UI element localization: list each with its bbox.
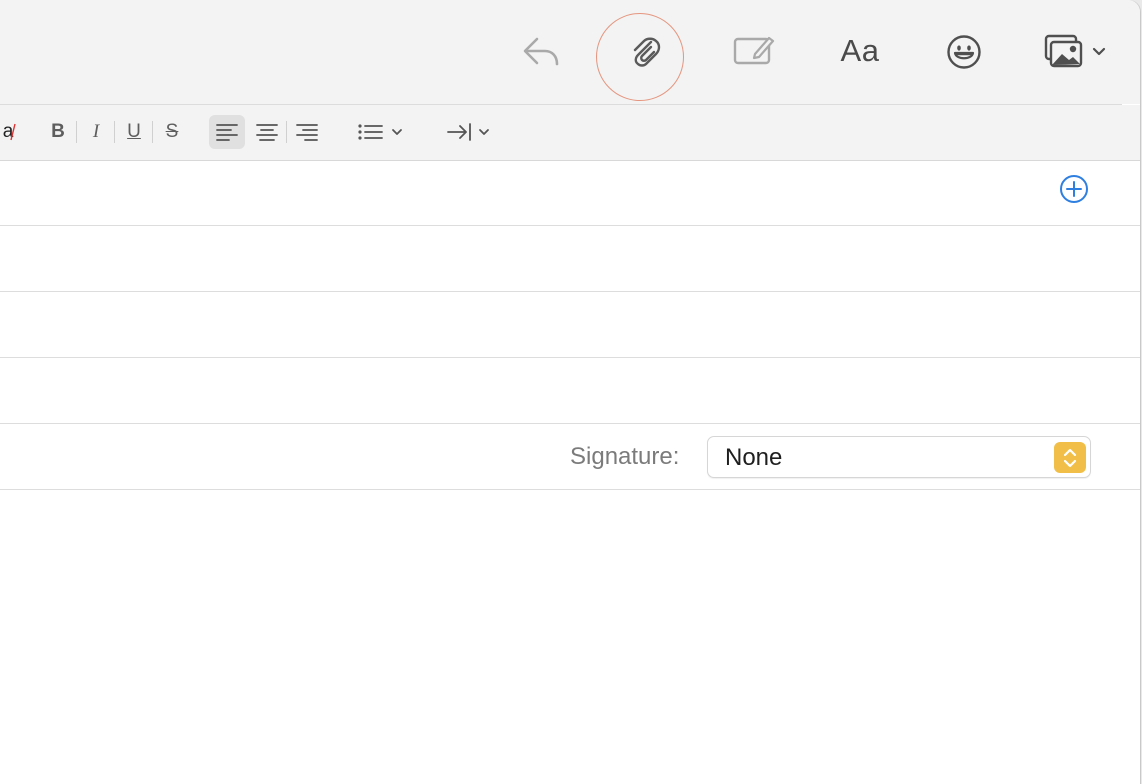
chevron-down-icon [479,129,489,135]
signature-value: None [725,444,783,471]
add-recipient-button[interactable] [1058,173,1090,205]
italic-button[interactable]: I [84,115,108,149]
plus-circle-icon [1060,175,1088,203]
bold-button[interactable]: B [46,115,70,149]
attach-button[interactable] [622,30,668,76]
to-field-row[interactable] [0,161,1140,226]
bcc-field-row[interactable] [0,292,1140,358]
format-separator [152,121,153,143]
chevron-down-icon [1092,47,1106,56]
format-separator [114,121,115,143]
reply-arrow-icon [523,37,559,66]
markup-button[interactable] [730,30,776,70]
font-label: Aa [840,33,880,68]
align-right-button[interactable] [291,115,323,149]
align-center-button[interactable] [251,115,283,149]
smiley-icon [947,35,981,69]
italic-label: I [92,121,100,142]
up-down-chevron-icon [1063,448,1077,467]
align-right-icon [296,124,318,141]
subject-field-row[interactable] [0,358,1140,424]
markup-pencil-icon [733,36,775,65]
chevron-down-icon [392,129,402,135]
color-slash-icon [10,123,16,141]
format-separator [76,121,77,143]
align-left-button[interactable] [209,115,245,149]
strikethrough-label: S [165,121,179,142]
message-body[interactable] [0,490,1140,784]
compose-window: Aa a B I U S Signature: None [0,0,1140,784]
indent-arrow-icon [447,123,471,141]
font-button[interactable]: Aa [832,30,888,72]
list-style-button[interactable] [354,115,406,149]
text-color-button[interactable]: a [0,115,16,149]
photo-menu-toggle[interactable] [1090,44,1108,60]
underline-button[interactable]: U [122,115,146,149]
bulleted-list-icon [358,124,383,140]
photo-browser-icon [1044,34,1083,68]
signature-select[interactable]: None [707,436,1091,478]
photo-browser-button[interactable] [1034,30,1094,72]
indent-button[interactable] [442,115,494,149]
align-left-icon [216,124,238,141]
emoji-button[interactable] [942,30,986,74]
strikethrough-button[interactable]: S [160,115,184,149]
cc-field-row[interactable] [0,226,1140,292]
underline-label: U [127,121,141,142]
format-separator [286,121,287,143]
align-center-icon [256,124,278,141]
reply-button[interactable] [518,32,564,72]
bold-label: B [51,121,65,142]
paperclip-icon [633,37,661,67]
signature-stepper[interactable] [1054,442,1086,473]
signature-label: Signature: [570,443,680,470]
